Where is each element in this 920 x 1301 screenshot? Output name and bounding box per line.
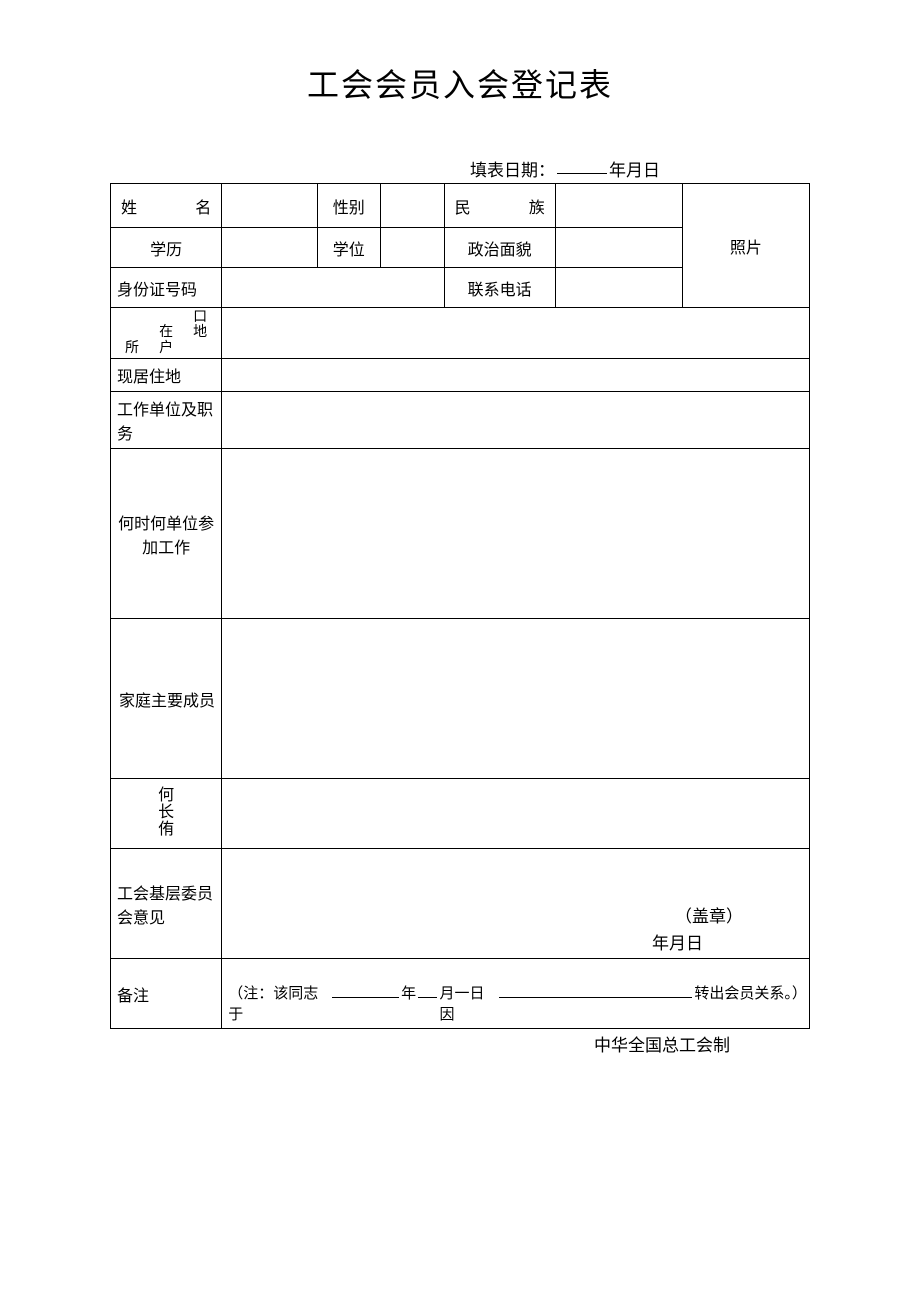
opinion-date: 年月日 [228, 929, 793, 954]
photo-cell[interactable]: 照片 [682, 184, 809, 308]
notes-blank-year[interactable] [332, 983, 400, 998]
field-phone[interactable] [555, 268, 682, 308]
form-title: 工会会员入会登记表 [110, 60, 810, 106]
label-gender: 性别 [317, 184, 381, 228]
field-degree[interactable] [381, 228, 445, 268]
label-opinion: 工会基层委员会意见 [111, 849, 222, 959]
label-workhistory: 何时何单位参加工作 [111, 449, 222, 619]
fill-date-row: 填表日期： 年月日 [110, 156, 810, 181]
label-hechang: 何 长 侑 [111, 779, 222, 849]
field-political[interactable] [555, 228, 682, 268]
field-residence[interactable] [222, 359, 810, 392]
opinion-seal: （盖章） [228, 902, 793, 927]
notes-suffix: 转出会员关系。） [694, 982, 803, 1003]
field-hechang[interactable] [222, 779, 810, 849]
notes-prefix: （注：该同志于 [228, 982, 329, 1024]
field-name[interactable] [222, 184, 317, 228]
field-idnumber[interactable] [222, 268, 444, 308]
hechang-he: 何 [117, 788, 215, 805]
label-political: 政治面貌 [444, 228, 555, 268]
field-opinion[interactable]: （盖章） 年月日 [222, 849, 810, 959]
hechang-you: 侑 [117, 822, 215, 839]
label-degree: 学位 [317, 228, 381, 268]
field-hukou[interactable] [222, 308, 810, 359]
notes-blank-reason[interactable] [499, 983, 692, 998]
field-workhistory[interactable] [222, 449, 810, 619]
notes-year: 年 [401, 982, 416, 1003]
field-gender[interactable] [381, 184, 445, 228]
field-family[interactable] [222, 619, 810, 779]
label-phone: 联系电话 [444, 268, 555, 308]
label-hukou: 口 在 地 所 户 [111, 308, 222, 359]
hukou-zai: 在 [159, 325, 173, 340]
hukou-di: 地 [193, 325, 207, 340]
label-ethnicity: 民 族 [444, 184, 555, 228]
registration-table: 姓 名 性别 民 族 照片 学历 学位 政治面貌 身份证号码 联系电话 口 在 … [110, 183, 810, 1029]
notes-blank-month[interactable] [418, 983, 437, 998]
hukou-hu: 户 [159, 341, 173, 356]
hukou-suo: 所 [125, 341, 139, 356]
label-idnumber: 身份证号码 [111, 268, 222, 308]
date-label: 填表日期： [470, 156, 555, 181]
label-family: 家庭主要成员 [111, 619, 222, 779]
label-residence: 现居住地 [111, 359, 222, 392]
label-workunit: 工作单位及职务 [111, 392, 222, 449]
field-education[interactable] [222, 228, 317, 268]
hukou-kou: 口 [193, 310, 207, 325]
date-blank[interactable] [557, 156, 607, 174]
label-notes: 备注 [111, 959, 222, 1029]
field-workunit[interactable] [222, 392, 810, 449]
date-suffix: 年月日 [609, 156, 660, 181]
notes-mid2: 月一日因 [439, 982, 497, 1024]
label-education: 学历 [111, 228, 222, 268]
field-ethnicity[interactable] [555, 184, 682, 228]
footer-text: 中华全国总工会制 [110, 1031, 810, 1056]
label-name: 姓 名 [111, 184, 222, 228]
field-notes[interactable]: （注：该同志于 年 月一日因 转出会员关系。） [222, 959, 810, 1029]
hechang-chang: 长 [117, 805, 215, 822]
